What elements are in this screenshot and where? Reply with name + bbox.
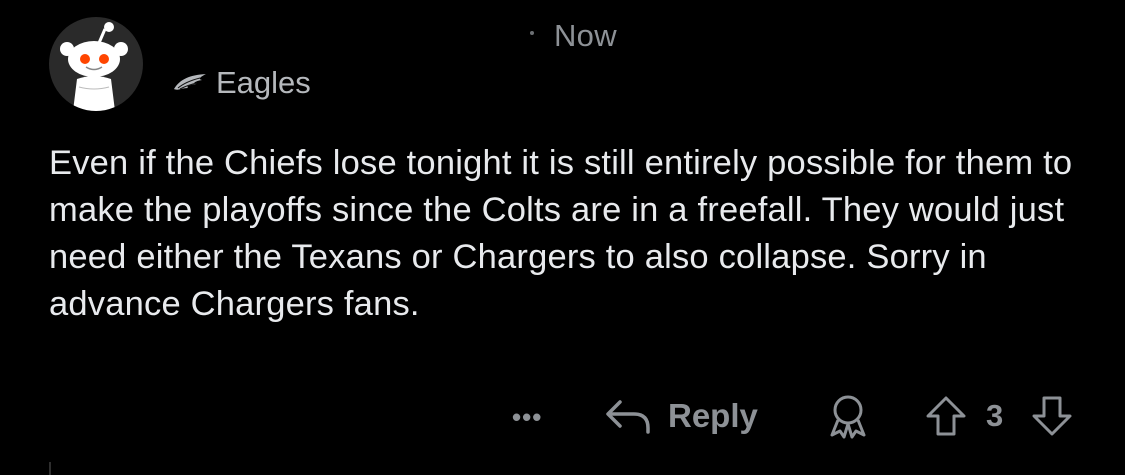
more-options-button[interactable]: •••	[512, 402, 542, 433]
timestamp-text: Now	[554, 18, 617, 53]
avatar[interactable]	[49, 17, 143, 111]
thread-line	[49, 462, 51, 475]
timestamp: Now	[530, 18, 617, 54]
vote-score: 3	[986, 398, 1004, 433]
snoo-avatar-icon	[60, 22, 128, 111]
reply-button[interactable]: Reply	[604, 392, 758, 440]
eagle-wing-icon	[174, 74, 206, 90]
comment: Now Eagles Even if the Chiefs lose tonig…	[0, 0, 1125, 475]
flair-text: Eagles	[216, 65, 311, 100]
reply-arrow-icon	[606, 400, 650, 434]
comment-body: Even if the Chiefs lose tonight it is st…	[49, 144, 1073, 323]
award-icon[interactable]	[826, 393, 870, 439]
reply-label: Reply	[668, 397, 758, 434]
user-flair: Eagles	[172, 62, 311, 104]
comment-actions: ••• Reply 3	[0, 392, 1125, 442]
downvote-arrow-icon[interactable]	[1030, 394, 1074, 438]
separator-dot	[530, 30, 534, 35]
upvote-arrow-icon[interactable]	[924, 394, 968, 438]
